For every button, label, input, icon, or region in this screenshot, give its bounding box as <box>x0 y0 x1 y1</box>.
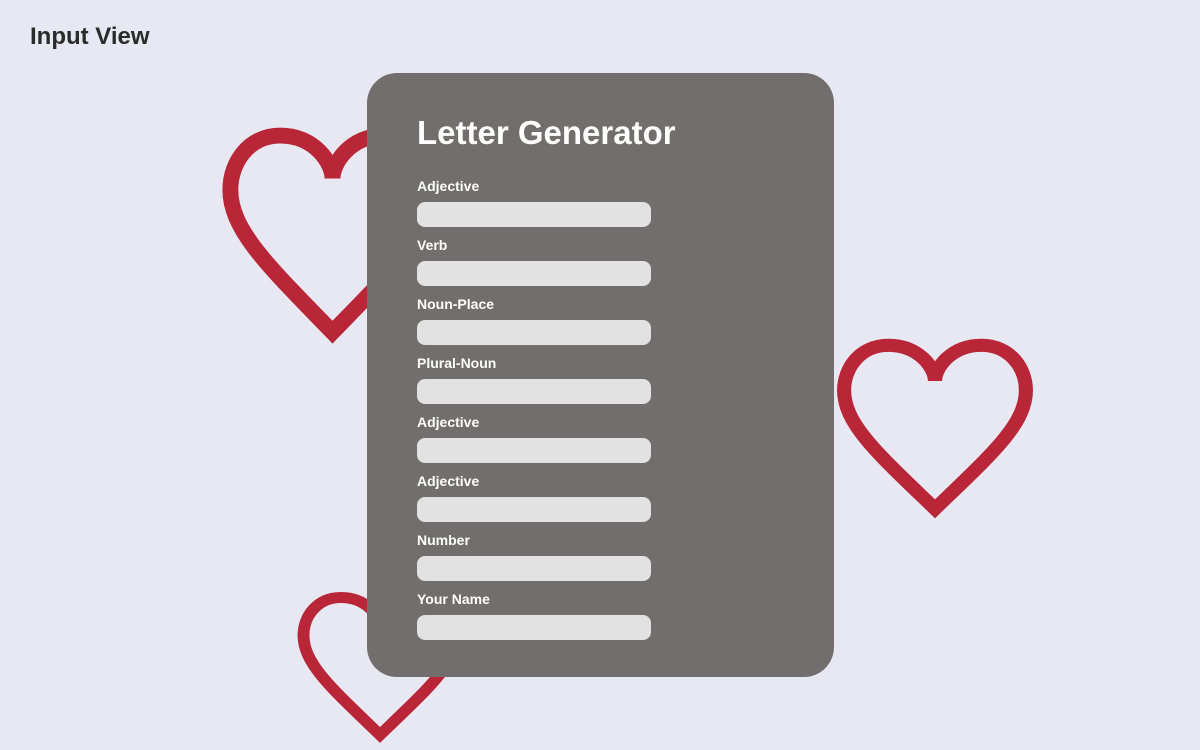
adjective-2-input[interactable] <box>417 438 651 463</box>
field-adjective-2: Adjective <box>417 413 784 472</box>
noun-place-input[interactable] <box>417 320 651 345</box>
field-number: Number <box>417 531 784 590</box>
field-noun-place: Noun-Place <box>417 295 784 354</box>
plural-noun-input[interactable] <box>417 379 651 404</box>
card-title: Letter Generator <box>417 114 676 151</box>
field-label: Adjective <box>417 178 480 194</box>
number-input[interactable] <box>417 556 651 581</box>
field-adjective-1: Adjective <box>417 177 784 236</box>
field-adjective-3: Adjective <box>417 472 784 531</box>
field-label: Verb <box>417 237 448 253</box>
field-label: Plural-Noun <box>417 355 497 371</box>
field-label: Adjective <box>417 473 480 489</box>
field-verb: Verb <box>417 236 784 295</box>
field-plural-noun: Plural-Noun <box>417 354 784 413</box>
adjective-1-input[interactable] <box>417 202 651 227</box>
verb-input[interactable] <box>417 261 651 286</box>
adjective-3-input[interactable] <box>417 497 651 522</box>
field-label: Adjective <box>417 414 480 430</box>
your-name-input[interactable] <box>417 615 651 640</box>
field-label: Noun-Place <box>417 296 495 312</box>
letter-generator-card: Letter Generator Adjective Verb Noun-Pla… <box>367 73 834 677</box>
field-label: Your Name <box>417 591 490 607</box>
form-field-list: Adjective Verb Noun-Place Plural-Noun Ad… <box>417 177 784 649</box>
field-your-name: Your Name <box>417 590 784 649</box>
field-label: Number <box>417 532 470 548</box>
page-title: Input View <box>30 23 150 50</box>
heart-outline-icon <box>834 334 1036 522</box>
